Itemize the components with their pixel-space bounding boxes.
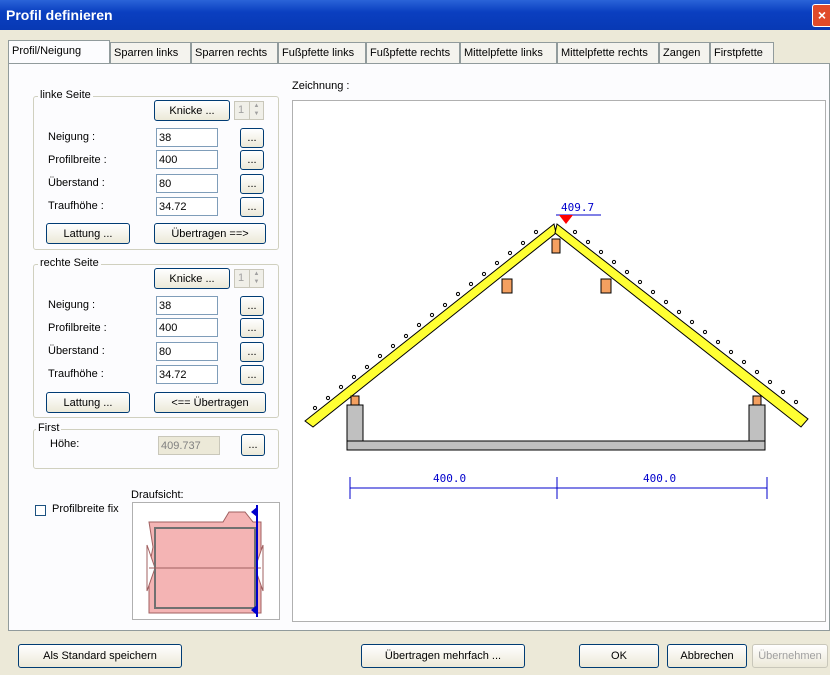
ridge-marker-icon xyxy=(559,215,573,224)
tab-fusspfette-rechts[interactable]: Fußpfette rechts xyxy=(366,42,460,63)
apply-button: Übernehmen xyxy=(752,644,828,668)
tab-mittelpfette-rechts[interactable]: Mittelpfette rechts xyxy=(557,42,659,63)
left-neigung-input[interactable] xyxy=(156,128,218,147)
first-hoehe-input xyxy=(158,436,220,455)
window-title: Profil definieren xyxy=(6,7,113,23)
right-wall xyxy=(748,404,766,442)
right-foot-purlin xyxy=(752,395,762,406)
tab-profil-neigung[interactable]: Profil/Neigung xyxy=(8,40,110,64)
plan-top-arrow-icon xyxy=(251,507,257,517)
right-lattung-button[interactable]: Lattung ... xyxy=(46,392,130,413)
left-knicke-button[interactable]: Knicke ... xyxy=(154,100,230,121)
floor-slab xyxy=(346,440,766,451)
tab-sparren-links[interactable]: Sparren links xyxy=(110,42,191,63)
ridge-height-text: 409.7 xyxy=(561,201,594,214)
tab-fusspfette-links[interactable]: Fußpfette links xyxy=(278,42,366,63)
zeichnung-label: Zeichnung : xyxy=(292,80,350,92)
left-lattung-button[interactable]: Lattung ... xyxy=(46,223,130,244)
right-traufhoehe-input[interactable] xyxy=(156,365,218,384)
left-traufhoehe-input[interactable] xyxy=(156,197,218,216)
draufsicht-label: Draufsicht: xyxy=(131,489,184,501)
group-first-legend: First xyxy=(36,422,62,434)
right-profilbreite-label: Profilbreite : xyxy=(48,322,107,334)
left-profilbreite-more-button[interactable]: ... xyxy=(240,150,264,170)
left-ueberstand-label: Überstand : xyxy=(48,177,105,189)
right-middle-purlin xyxy=(600,278,612,294)
spinner-arrows-icon: ▲ ▼ xyxy=(249,102,263,119)
cancel-button[interactable]: Abbrechen xyxy=(667,644,747,668)
right-profilbreite-more-button[interactable]: ... xyxy=(240,318,264,338)
roof-profile-drawing: 409.7 400.0 400.0 xyxy=(304,201,809,499)
draufsicht-view xyxy=(132,502,280,620)
dimension-left-text: 400.0 xyxy=(433,472,466,485)
left-neigung-label: Neigung : xyxy=(48,131,96,143)
group-rechte-seite-legend: rechte Seite xyxy=(38,257,101,269)
right-neigung-input[interactable] xyxy=(156,296,218,315)
right-neigung-more-button[interactable]: ... xyxy=(240,296,264,316)
save-default-button[interactable]: Als Standard speichern xyxy=(18,644,182,668)
right-battens xyxy=(572,229,799,405)
right-rafter xyxy=(554,223,809,428)
tab-mittelpfette-links[interactable]: Mittelpfette links xyxy=(460,42,557,63)
transfer-right-button[interactable]: Übertragen ==> xyxy=(154,223,266,244)
dimension-right-text: 400.0 xyxy=(643,472,676,485)
left-profilbreite-label: Profilbreite : xyxy=(48,154,107,166)
left-battens xyxy=(312,229,539,411)
left-wall xyxy=(346,404,364,442)
profilbreite-fix-checkbox[interactable] xyxy=(35,505,46,516)
right-ueberstand-more-button[interactable]: ... xyxy=(240,342,264,362)
close-icon: × xyxy=(817,7,827,23)
tab-firstpfette[interactable]: Firstpfette xyxy=(710,42,774,63)
left-foot-purlin xyxy=(350,395,360,406)
transfer-multiple-button[interactable]: Übertragen mehrfach ... xyxy=(361,644,525,668)
right-knicke-spinner[interactable]: 1 ▲ ▼ xyxy=(234,269,264,288)
left-ueberstand-input[interactable] xyxy=(156,174,218,193)
right-knicke-button[interactable]: Knicke ... xyxy=(154,268,230,289)
left-traufhoehe-more-button[interactable]: ... xyxy=(240,197,264,217)
title-bar: Profil definieren × xyxy=(0,0,830,30)
spinner-arrows-icon: ▲ ▼ xyxy=(249,270,263,287)
tab-sparren-rechts[interactable]: Sparren rechts xyxy=(191,42,278,63)
right-ueberstand-label: Überstand : xyxy=(48,345,105,357)
ridge-purlin xyxy=(551,238,561,254)
first-hoehe-label: Höhe: xyxy=(50,438,80,450)
tab-zangen[interactable]: Zangen xyxy=(659,42,710,63)
right-traufhoehe-more-button[interactable]: ... xyxy=(240,365,264,385)
left-middle-purlin xyxy=(501,278,513,294)
drawing-canvas: 409.7 400.0 400.0 xyxy=(292,100,826,622)
left-profilbreite-input[interactable] xyxy=(156,150,218,169)
left-neigung-more-button[interactable]: ... xyxy=(240,128,264,148)
right-profilbreite-input[interactable] xyxy=(156,318,218,337)
right-ueberstand-input[interactable] xyxy=(156,342,218,361)
left-knicke-spinner[interactable]: 1 ▲ ▼ xyxy=(234,101,264,120)
close-button[interactable]: × xyxy=(812,4,830,27)
left-traufhoehe-label: Traufhöhe : xyxy=(48,200,104,212)
draufsicht-plan-graphic xyxy=(146,505,264,617)
right-traufhoehe-label: Traufhöhe : xyxy=(48,368,104,380)
left-rafter xyxy=(304,223,557,428)
right-neigung-label: Neigung : xyxy=(48,299,96,311)
transfer-left-button[interactable]: <== Übertragen xyxy=(154,392,266,413)
first-hoehe-more-button[interactable]: ... xyxy=(241,434,265,456)
group-linke-seite-legend: linke Seite xyxy=(38,89,93,101)
ok-button[interactable]: OK xyxy=(579,644,659,668)
left-ueberstand-more-button[interactable]: ... xyxy=(240,174,264,194)
profilbreite-fix-label: Profilbreite fix xyxy=(52,503,119,515)
